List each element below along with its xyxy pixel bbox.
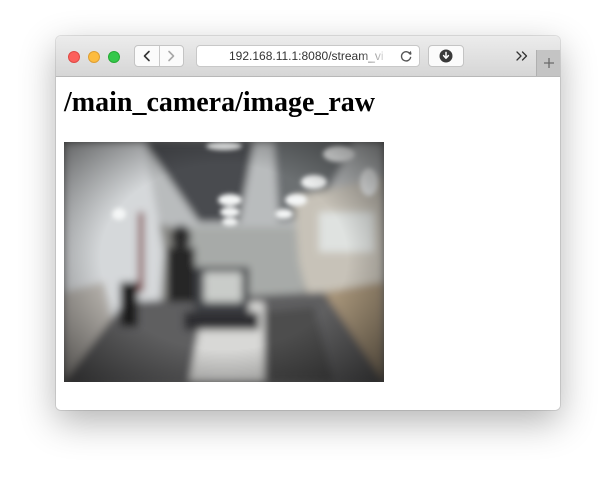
browser-window: 192.168.11.1:8080/stream_vi /main_camera… xyxy=(56,36,560,410)
download-icon xyxy=(439,49,453,63)
double-chevron-right-icon xyxy=(516,51,528,61)
forward-button[interactable] xyxy=(158,46,184,66)
reload-button[interactable] xyxy=(399,49,413,63)
navigation-buttons xyxy=(134,45,184,67)
address-bar[interactable]: 192.168.11.1:8080/stream_vi xyxy=(196,45,420,67)
toolbar-overflow-button[interactable] xyxy=(514,46,530,66)
page-title: /main_camera/image_raw xyxy=(64,87,376,118)
camera-stream-image xyxy=(64,142,384,382)
back-button[interactable] xyxy=(135,46,159,66)
camera-frame xyxy=(64,142,384,382)
close-window-button[interactable] xyxy=(68,51,80,63)
browser-toolbar: 192.168.11.1:8080/stream_vi xyxy=(56,36,560,77)
downloads-button[interactable] xyxy=(428,45,464,67)
url-text: 192.168.11.1:8080/stream_vi xyxy=(229,49,384,63)
minimize-window-button[interactable] xyxy=(88,51,100,63)
reload-icon xyxy=(400,50,412,62)
zoom-window-button[interactable] xyxy=(108,51,120,63)
plus-icon xyxy=(544,58,554,68)
chevron-right-icon xyxy=(168,50,175,62)
new-tab-button[interactable] xyxy=(536,50,560,76)
chevron-left-icon xyxy=(143,50,150,62)
page-content: /main_camera/image_raw xyxy=(56,77,560,410)
